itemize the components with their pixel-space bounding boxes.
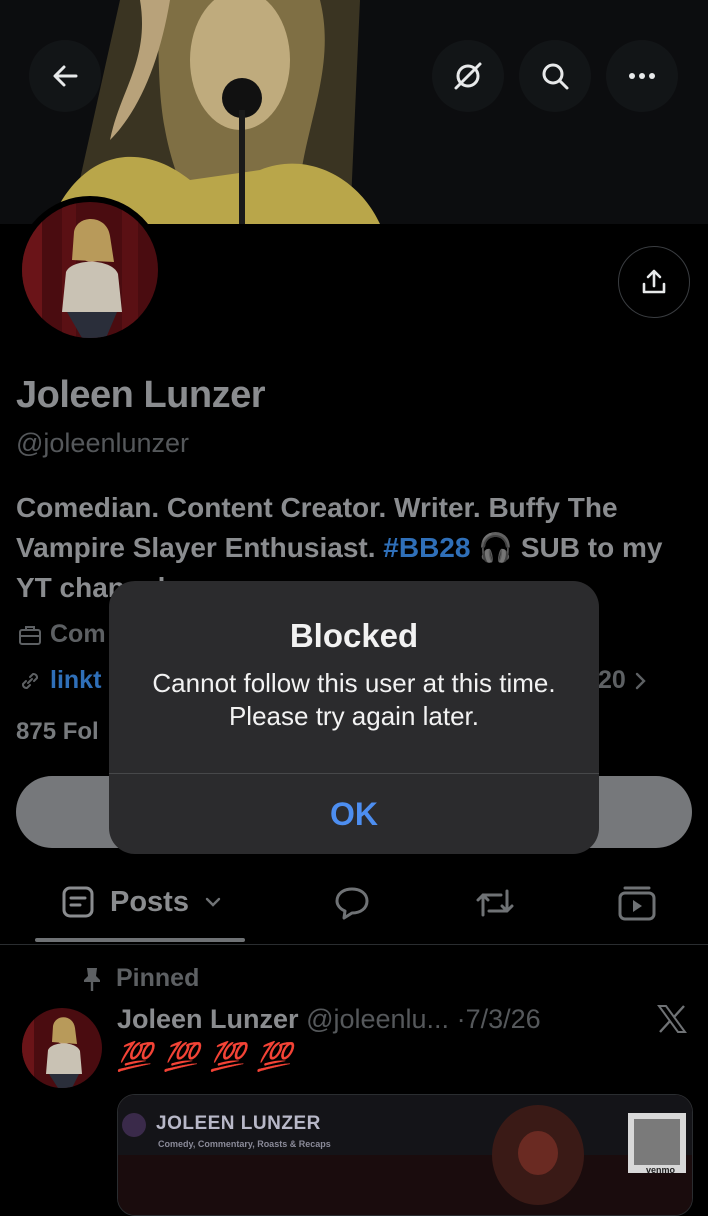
speech-bubble-icon: [335, 887, 369, 920]
post-text: 💯 💯 💯 💯: [117, 1041, 294, 1072]
profile-name: Joleen Lunzer: [16, 374, 266, 416]
alert-ok-button[interactable]: OK: [109, 774, 599, 854]
back-button[interactable]: [29, 40, 101, 112]
media-subtitle: Comedy, Commentary, Roasts & Recaps: [158, 1139, 331, 1149]
post-date[interactable]: ·7/3/26: [457, 1004, 541, 1034]
grok-button[interactable]: [432, 40, 504, 112]
posts-icon: [62, 886, 94, 918]
pinned-label: Pinned: [116, 964, 200, 992]
share-button[interactable]: [618, 246, 690, 318]
media-title: JOLEEN LUNZER: [156, 1113, 321, 1134]
post-media[interactable]: JOLEEN LUNZER Comedy, Commentary, Roasts…: [117, 1094, 693, 1216]
link-icon: [21, 672, 39, 689]
briefcase-icon: [19, 625, 41, 645]
alert-message: Cannot follow this user at this time. Pl…: [152, 668, 556, 731]
tab-posts-label: Posts: [110, 885, 189, 918]
ellipsis-icon: [629, 73, 655, 79]
joined-date[interactable]: 20: [598, 666, 648, 695]
profile-link[interactable]: linkt: [18, 666, 101, 695]
profile-handle: @joleenlunzer: [16, 428, 190, 458]
more-button[interactable]: [606, 40, 678, 112]
chevron-down-icon: [205, 897, 221, 907]
bio-hashtag[interactable]: #BB28: [383, 532, 470, 563]
banner-image: [0, 0, 708, 224]
joined-label: 20: [598, 666, 626, 694]
followers-count[interactable]: 875 Fol: [16, 718, 99, 746]
link-label[interactable]: linkt: [50, 666, 101, 695]
x-logo-icon: [657, 1005, 687, 1033]
share-icon: [642, 269, 666, 294]
arrow-left-icon: [53, 65, 78, 87]
post-author[interactable]: Joleen Lunzer: [117, 1004, 299, 1034]
search-icon: [542, 63, 569, 90]
category-label: Com: [50, 620, 106, 648]
profile-banner[interactable]: [0, 0, 708, 224]
post-avatar[interactable]: [22, 1008, 102, 1088]
blocked-alert: Blocked Cannot follow this user at this …: [109, 581, 599, 854]
post-avatar-image: [22, 1008, 102, 1088]
post-x-logo: [656, 1004, 688, 1039]
search-button[interactable]: [519, 40, 591, 112]
pin-icon: [84, 967, 100, 991]
post-handle[interactable]: @joleenlu...: [306, 1004, 449, 1034]
media-qr-label: venmo: [646, 1165, 676, 1175]
avatar-image: [22, 202, 158, 338]
pinned-indicator: Pinned: [80, 964, 199, 993]
repost-icon: [476, 889, 514, 917]
post-header: Joleen Lunzer @joleenlu... ·7/3/26: [117, 1004, 541, 1035]
avatar[interactable]: [22, 202, 158, 338]
chevron-right-icon: [635, 672, 646, 689]
profile-category: Com: [18, 620, 106, 649]
alert-title: Blocked: [289, 617, 419, 654]
video-icon: [618, 886, 656, 921]
tab-posts[interactable]: Posts: [60, 884, 223, 920]
slashed-circle-icon: [454, 62, 482, 90]
active-tab-indicator: [35, 938, 245, 942]
tab-reposts[interactable]: [473, 883, 517, 928]
tab-media[interactable]: [616, 883, 658, 928]
tab-replies[interactable]: [332, 883, 372, 928]
